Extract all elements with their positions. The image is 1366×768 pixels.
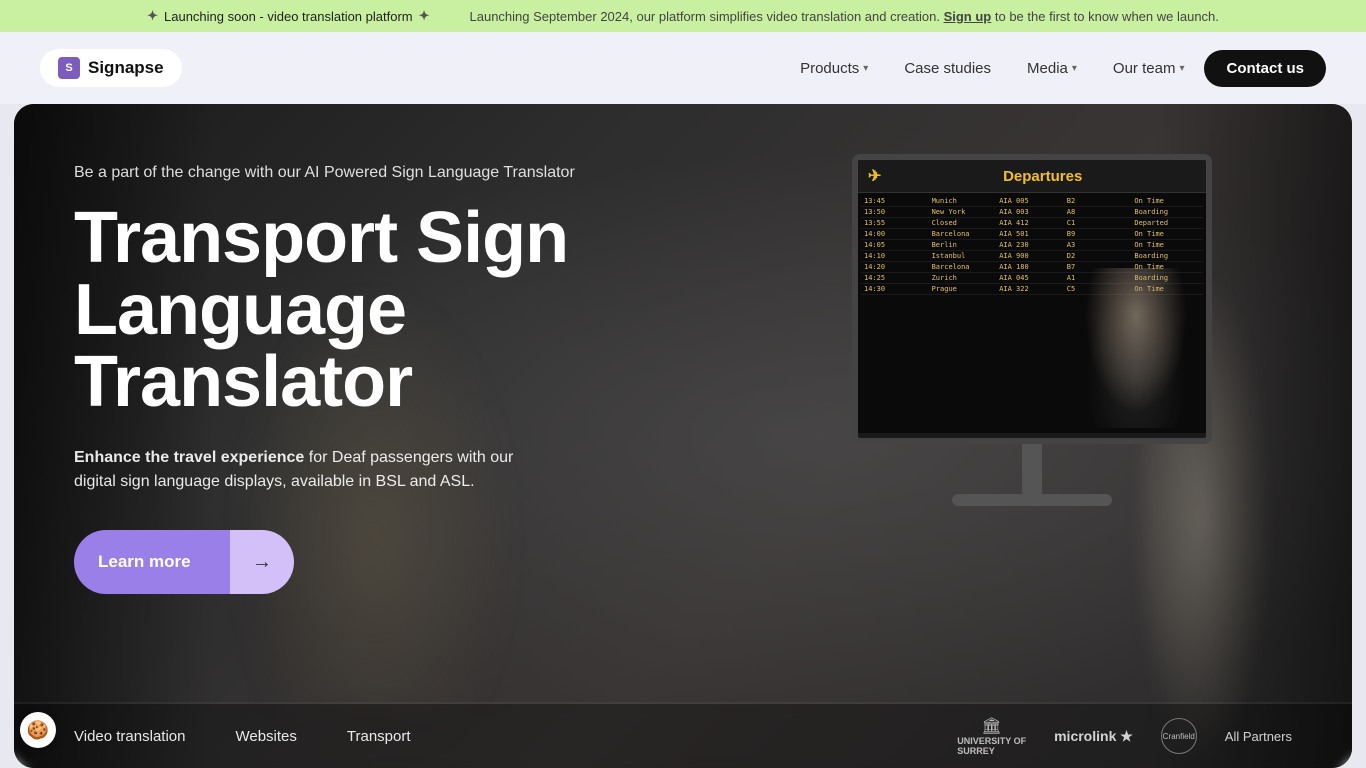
announcement-right-suffix: to be the first to know when we launch. xyxy=(995,9,1219,24)
hero-section: ✈ Departures 13:45MunichAIA 005B2On Time… xyxy=(14,104,1352,768)
announcement-bar: ✦ Launching soon - video translation pla… xyxy=(0,0,1366,32)
logo[interactable]: S Signapse xyxy=(40,49,182,87)
bottom-nav-transport[interactable]: Transport xyxy=(347,728,411,745)
learn-more-label: Learn more xyxy=(74,530,230,594)
hero-content: Be a part of the change with our AI Powe… xyxy=(74,164,674,594)
hero-subtitle: Be a part of the change with our AI Powe… xyxy=(74,164,674,182)
board-row: 13:50New YorkAIA 003A8Boarding xyxy=(861,207,1203,218)
microlink-logo: microlink ★ xyxy=(1054,728,1133,745)
nav-item-our-team[interactable]: Our team ▾ xyxy=(1097,52,1201,85)
plus-left-icon: ✦ xyxy=(147,8,158,24)
surrey-name: UNIVERSITY OFSURREY xyxy=(957,736,1026,756)
board-title: Departures xyxy=(889,168,1196,185)
contact-button[interactable]: Contact us xyxy=(1204,50,1326,87)
all-partners-link[interactable]: All Partners xyxy=(1225,729,1292,744)
cranfield-logo: Cranfield xyxy=(1161,718,1197,754)
announcement-right: Launching September 2024, our platform s… xyxy=(470,9,1219,24)
surrey-logo: 🏛 UNIVERSITY OFSURREY xyxy=(957,716,1026,756)
departures-board: ✈ Departures 13:45MunichAIA 005B2On Time… xyxy=(852,154,1212,504)
nav-team-label: Our team xyxy=(1113,60,1176,77)
nav-media-label: Media xyxy=(1027,60,1068,77)
learn-more-button[interactable]: Learn more → xyxy=(74,530,294,594)
board-base xyxy=(952,494,1112,506)
board-row: 13:55ClosedAIA 412C1Departed xyxy=(861,218,1203,229)
nav-case-studies-label: Case studies xyxy=(904,60,991,77)
announcement-right-prefix: Launching September 2024, our platform s… xyxy=(470,9,940,24)
nav-item-case-studies[interactable]: Case studies xyxy=(888,52,1007,85)
plus-right-icon: ✦ xyxy=(419,8,430,24)
board-row: 14:10IstanbulAIA 900D2Boarding xyxy=(861,251,1203,262)
hero-title-line2: Language Translator xyxy=(74,270,412,422)
bottom-nav-websites[interactable]: Websites xyxy=(235,728,296,745)
arrow-right-icon: → xyxy=(230,530,294,594)
bottom-navigation: Video translation Websites Transport xyxy=(74,728,411,745)
partner-logos: 🏛 UNIVERSITY OFSURREY microlink ★ Cranfi… xyxy=(957,716,1292,756)
logo-icon: S xyxy=(58,57,80,79)
bottom-bar: Video translation Websites Transport 🏛 U… xyxy=(14,704,1352,768)
hero-title-line1: Transport Sign xyxy=(74,198,568,278)
chevron-down-icon-team: ▾ xyxy=(1179,63,1184,74)
hero-description: Enhance the travel experience for Deaf p… xyxy=(74,446,514,494)
board-logo-icon: ✈ xyxy=(868,166,881,186)
board-row: 14:00BarcelonaAIA 501B9On Time xyxy=(861,229,1203,240)
bottom-nav-video-translation[interactable]: Video translation xyxy=(74,728,185,745)
chevron-down-icon-media: ▾ xyxy=(1072,63,1077,74)
board-frame: ✈ Departures 13:45MunichAIA 005B2On Time… xyxy=(852,154,1212,444)
board-stand xyxy=(1022,444,1042,494)
navbar: S Signapse Products ▾ Case studies Media… xyxy=(0,32,1366,104)
nav-products-label: Products xyxy=(800,60,859,77)
nav-item-media[interactable]: Media ▾ xyxy=(1011,52,1093,85)
hero-description-bold: Enhance the travel experience xyxy=(74,449,304,466)
chevron-down-icon: ▾ xyxy=(863,63,868,74)
board-row: 13:45MunichAIA 005B2On Time xyxy=(861,196,1203,207)
logo-text: Signapse xyxy=(88,58,164,78)
board-row: 14:05BerlinAIA 230A3On Time xyxy=(861,240,1203,251)
nav-item-products[interactable]: Products ▾ xyxy=(784,52,884,85)
announcement-left: ✦ Launching soon - video translation pla… xyxy=(147,8,429,24)
sign-up-link[interactable]: Sign up xyxy=(944,9,992,24)
board-header: ✈ Departures xyxy=(858,160,1206,193)
sign-language-person xyxy=(1076,268,1196,428)
cranfield-text: Cranfield xyxy=(1163,732,1195,741)
hero-title: Transport Sign Language Translator xyxy=(74,202,674,418)
microlink-text: microlink ★ xyxy=(1054,728,1133,744)
nav-links: Products ▾ Case studies Media ▾ Our team… xyxy=(784,50,1326,87)
announcement-left-text: Launching soon - video translation platf… xyxy=(164,9,413,24)
cookie-consent-button[interactable]: 🍪 xyxy=(20,712,56,748)
